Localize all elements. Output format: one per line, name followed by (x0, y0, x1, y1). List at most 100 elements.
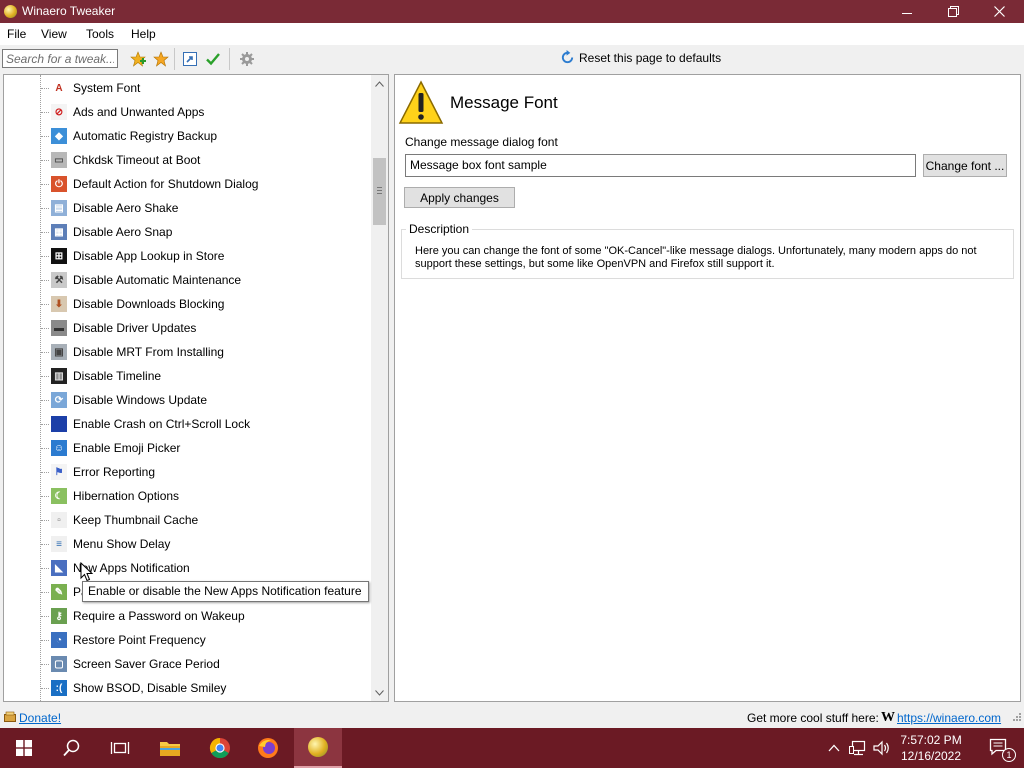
tree-item[interactable]: ◔ Restore Point Frequency (4, 628, 372, 652)
scrollbar-thumb[interactable] (373, 158, 386, 225)
tree-item[interactable]: ⊘ Ads and Unwanted Apps (4, 100, 372, 124)
network-button[interactable] (846, 728, 870, 768)
tree-item-label: Disable Timeline (73, 369, 162, 383)
tree-connector (41, 160, 49, 161)
apply-changes-button[interactable]: Apply changes (404, 187, 515, 208)
donate-link[interactable]: Donate! (19, 711, 61, 725)
task-view-button[interactable] (96, 728, 144, 768)
tree-item[interactable]: ▢ Screen Saver Grace Period (4, 652, 372, 676)
checkmark-icon[interactable] (204, 50, 222, 68)
menu-file[interactable]: File (7, 27, 26, 41)
action-center-button[interactable]: 1 (976, 728, 1024, 768)
change-font-label: Change message dialog font (405, 135, 558, 149)
menu-tools[interactable]: Tools (86, 27, 114, 41)
tree-item-label: Menu Show Delay (73, 537, 171, 551)
tree-connector (41, 304, 49, 305)
tree-item-label: Disable Downloads Blocking (73, 297, 225, 311)
tree-item[interactable]: ⟳ Disable Windows Update (4, 388, 372, 412)
tree-item[interactable]: ◆ Automatic Registry Backup (4, 124, 372, 148)
tree-item[interactable]: ⚒ Disable Automatic Maintenance (4, 268, 372, 292)
tree-item[interactable]: ⏻ Default Action for Shutdown Dialog (4, 172, 372, 196)
close-icon (993, 6, 1005, 17)
tree-scrollbar[interactable] (371, 75, 388, 701)
promo-text: Get more cool stuff here: (747, 711, 879, 725)
winaero-tweaker-taskbar-button[interactable] (294, 728, 342, 768)
firefox-button[interactable] (244, 728, 292, 768)
no-ads-icon: ⊘ (51, 104, 67, 120)
description-legend: Description (406, 222, 473, 236)
chrome-button[interactable] (196, 728, 244, 768)
tree-item[interactable]: ⬇ Disable Downloads Blocking (4, 292, 372, 316)
title-bar[interactable]: Winaero Tweaker (0, 0, 1024, 23)
tree-item[interactable]: A System Font (4, 76, 372, 100)
thumbnail-icon: ▫ (51, 512, 67, 528)
tree-item-label: Enable Emoji Picker (73, 441, 181, 455)
window-title: Winaero Tweaker (22, 4, 116, 18)
volume-button[interactable] (870, 728, 894, 768)
tree-item[interactable]: :(Show BSOD, Disable Smiley (4, 676, 372, 700)
tree-item-label: Keep Thumbnail Cache (73, 513, 199, 527)
tree-item[interactable]: ☺ Enable Emoji Picker (4, 436, 372, 460)
tree-connector (41, 352, 49, 353)
tree-connector (41, 520, 49, 521)
reset-page-button[interactable]: Reset this page to defaults (560, 50, 721, 65)
clock-date[interactable]: 12/16/2022 (893, 749, 969, 763)
scroll-up-icon[interactable] (371, 75, 388, 92)
resize-grip-icon[interactable] (1010, 712, 1022, 724)
tree-item[interactable]: ▥ Disable Timeline (4, 364, 372, 388)
winaero-logo: W (881, 710, 895, 725)
menu-delay-icon: ≡ (51, 536, 67, 552)
add-bookmark-icon[interactable] (129, 50, 147, 68)
tree-item[interactable]: ▣ Disable MRT From Installing (4, 340, 372, 364)
menu-view[interactable]: View (41, 27, 67, 41)
gear-icon[interactable] (238, 50, 256, 68)
bookmarks-icon[interactable] (152, 50, 170, 68)
reset-label: Reset this page to defaults (579, 50, 722, 65)
tree-item[interactable]: ▬ Disable Driver Updates (4, 316, 372, 340)
tree-item[interactable]: Enable Crash on Ctrl+Scroll Lock (4, 412, 372, 436)
folder-icon (160, 742, 180, 756)
tree-connector (41, 328, 49, 329)
tree-item[interactable]: ▫ Keep Thumbnail Cache (4, 508, 372, 532)
menu-help[interactable]: Help (131, 27, 156, 41)
speaker-icon (873, 740, 889, 756)
clock-time[interactable]: 7:57:02 PM (893, 733, 969, 747)
tree-item-label: Disable Automatic Maintenance (73, 273, 242, 287)
tree-connector (41, 496, 49, 497)
download-icon: ⬇ (51, 296, 67, 312)
windows-update-icon: ⟳ (51, 392, 67, 408)
tree-item[interactable]: ≡ Menu Show Delay (4, 532, 372, 556)
restore-button[interactable] (930, 0, 976, 23)
tree-item-label: Enable Crash on Ctrl+Scroll Lock (73, 417, 251, 431)
website-link[interactable]: https://winaero.com (897, 711, 1001, 725)
tree-item[interactable]: ☾ Hibernation Options (4, 484, 372, 508)
tree-item[interactable]: ⊞ Disable App Lookup in Store (4, 244, 372, 268)
tree-item-label: Disable Driver Updates (73, 321, 197, 335)
minimize-button[interactable] (884, 0, 930, 23)
tweak-tree[interactable]: A System Font ⊘ Ads and Unwanted Apps ◆ Autom… (3, 74, 389, 702)
tree-connector (41, 472, 49, 473)
show-hidden-icons-button[interactable] (822, 728, 846, 768)
registry-icon: ◆ (51, 128, 67, 144)
mrt-icon: ▣ (51, 344, 67, 360)
tree-item[interactable]: ▤ Disable Aero Shake (4, 196, 372, 220)
tree-item[interactable]: ◣ New Apps Notification (4, 556, 372, 580)
tree-item[interactable]: ▦ Disable Aero Snap (4, 220, 372, 244)
start-button[interactable] (0, 728, 48, 768)
change-font-button[interactable]: Change font ... (923, 154, 1007, 177)
tree-item-label: Disable App Lookup in Store (73, 249, 225, 263)
search-button[interactable] (48, 728, 96, 768)
shortcut-icon[interactable] (181, 50, 199, 68)
close-button[interactable] (976, 0, 1022, 23)
tree-item[interactable]: ▭ Chkdsk Timeout at Boot (4, 148, 372, 172)
tree-item[interactable]: ⚑ Error Reporting (4, 460, 372, 484)
search-icon (63, 739, 80, 757)
task-view-icon (110, 742, 130, 754)
scroll-down-icon[interactable] (371, 684, 388, 701)
search-input[interactable] (2, 49, 118, 68)
disk-icon: ▭ (51, 152, 67, 168)
tree-item[interactable]: ⚷ Require a Password on Wakeup (4, 604, 372, 628)
tree-item-label: Disable Windows Update (73, 393, 208, 407)
file-explorer-button[interactable] (146, 728, 194, 768)
font-sample-field: Message box font sample (405, 154, 916, 177)
